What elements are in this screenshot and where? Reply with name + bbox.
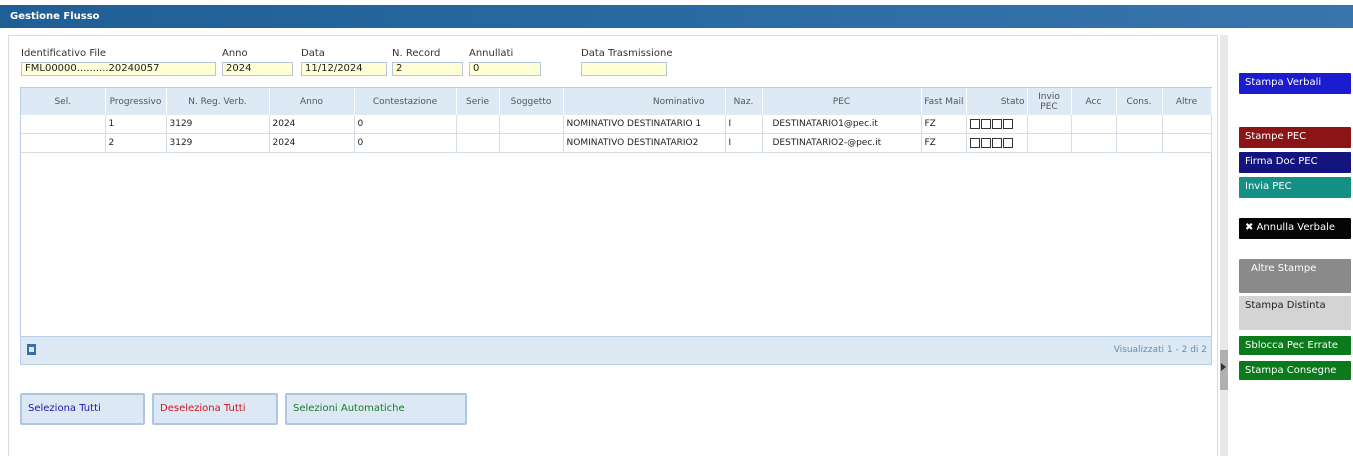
window-title-bar: Gestione Flusso [0,5,1353,28]
stampa-consegne-button[interactable]: Stampa Consegne [1239,361,1351,380]
file-id-field[interactable]: FML00000..........20240057 [21,62,216,76]
cell-invio-pec [1027,133,1072,153]
cell-n-reg-verb: 3129 [166,115,270,134]
cell-cons [1116,115,1163,134]
anno-label: Anno [222,48,248,59]
table-header-row: Sel. Progressivo N. Reg. Verb. Anno Cont… [21,88,1212,115]
annullati-label: Annullati [469,48,514,59]
cell-anno: 2024 [269,115,355,134]
collapse-arrow-icon[interactable] [1221,363,1226,371]
status-checkbox[interactable] [980,137,991,148]
col-header-contestazione[interactable]: Contestazione [354,88,457,115]
cell-stato [966,115,1028,134]
col-header-invio-pec[interactable]: Invio PEC [1027,88,1072,115]
cell-naz: I [725,115,763,134]
select-all-button[interactable]: Seleziona Tutti [20,393,145,425]
firma-doc-pec-button[interactable]: Firma Doc PEC [1239,152,1351,173]
action-side-panel: Stampa Verbali Stampe PEC Firma Doc PEC … [1229,35,1353,456]
cell-soggetto [499,115,564,134]
stampe-pec-button[interactable]: Stampe PEC [1239,127,1351,148]
cell-progressivo: 2 [105,133,167,153]
data-field[interactable]: 11/12/2024 [301,62,387,76]
col-header-acc[interactable]: Acc [1071,88,1117,115]
file-id-label: Identificativo File [21,48,107,59]
status-checkbox[interactable] [969,118,980,129]
col-header-pec[interactable]: PEC [762,88,922,115]
invia-pec-button[interactable]: Invia PEC [1239,177,1351,198]
col-header-altre[interactable]: Altre [1162,88,1212,115]
cell-contestazione: 0 [354,115,457,134]
status-checkbox[interactable] [980,118,991,129]
cell-invio-pec [1027,115,1072,134]
cell-serie [456,115,500,134]
cell-serie [456,133,500,153]
deselect-all-button[interactable]: Deseleziona Tutti [152,393,278,425]
close-icon: ✖ [1245,222,1254,233]
records-grid: Sel. Progressivo N. Reg. Verb. Anno Cont… [20,87,1212,365]
cell-fast-mail: FZ [921,133,967,153]
annulla-verbale-label: Annulla Verbale [1256,222,1336,233]
anno-field[interactable]: 2024 [222,62,293,76]
cell-stato [966,133,1028,153]
table-row[interactable]: 2 3129 2024 0 NOMINATIVO DESTINATARIO2 I… [21,133,1212,153]
stampa-verbali-button[interactable]: Stampa Verbali [1239,73,1351,94]
cell-acc [1071,115,1117,134]
cell-altre [1162,115,1212,134]
col-header-stato[interactable]: Stato [966,88,1028,115]
cell-sel[interactable] [21,133,106,153]
col-header-serie[interactable]: Serie [456,88,500,115]
col-header-naz[interactable]: Naz. [725,88,763,115]
sblocca-pec-errate-button[interactable]: Sblocca Pec Errate [1239,336,1351,355]
data-label: Data [301,48,325,59]
cell-nominativo: NOMINATIVO DESTINATARIO2 [563,133,726,153]
col-header-fast-mail[interactable]: Fast Mail [921,88,967,115]
col-header-progressivo[interactable]: Progressivo [105,88,167,115]
n-record-field[interactable]: 2 [392,62,463,76]
status-checkbox[interactable] [991,137,1002,148]
pager-info: Visualizzati 1 - 2 di 2 [1113,345,1207,355]
cell-n-reg-verb: 3129 [166,133,270,153]
grid-footer: Visualizzati 1 - 2 di 2 [21,336,1211,364]
n-record-label: N. Record [392,48,441,59]
cell-nominativo: NOMINATIVO DESTINATARIO 1 [563,115,726,134]
cell-contestazione: 0 [354,133,457,153]
cell-anno: 2024 [269,133,355,153]
auto-select-button[interactable]: Selezioni Automatiche [285,393,467,425]
col-header-anno[interactable]: Anno [269,88,355,115]
data-trasmissione-label: Data Trasmissione [581,48,673,59]
col-header-sel[interactable]: Sel. [21,88,106,115]
status-checkbox[interactable] [991,118,1002,129]
annullati-field[interactable]: 0 [469,62,541,76]
col-header-nominativo[interactable]: Nominativo [563,88,726,115]
excel-export-icon[interactable] [27,344,36,355]
stampa-distinta-button[interactable]: Stampa Distinta [1239,296,1351,330]
window-title: Gestione Flusso [10,11,100,22]
cell-pec: DESTINATARIO2-@pec.it [762,133,922,153]
annulla-verbale-button[interactable]: ✖ Annulla Verbale [1239,218,1351,239]
status-checkbox[interactable] [969,137,980,148]
table-row[interactable]: 1 3129 2024 0 NOMINATIVO DESTINATARIO 1 … [21,115,1212,134]
col-header-soggetto[interactable]: Soggetto [499,88,564,115]
cell-cons [1116,133,1163,153]
cell-progressivo: 1 [105,115,167,134]
cell-acc [1071,133,1117,153]
status-checkbox[interactable] [1002,118,1013,129]
records-table: Sel. Progressivo N. Reg. Verb. Anno Cont… [21,88,1212,153]
col-header-n-reg-verb[interactable]: N. Reg. Verb. [166,88,270,115]
cell-altre [1162,133,1212,153]
data-trasmissione-field[interactable] [581,62,667,76]
cell-naz: I [725,133,763,153]
cell-fast-mail: FZ [921,115,967,134]
altre-stampe-button[interactable]: Altre Stampe [1239,259,1351,293]
status-checkbox[interactable] [1002,137,1013,148]
cell-sel[interactable] [21,115,106,134]
cell-soggetto [499,133,564,153]
cell-pec: DESTINATARIO1@pec.it [762,115,922,134]
panel-scrollbar[interactable] [1220,35,1228,456]
col-header-cons[interactable]: Cons. [1116,88,1163,115]
